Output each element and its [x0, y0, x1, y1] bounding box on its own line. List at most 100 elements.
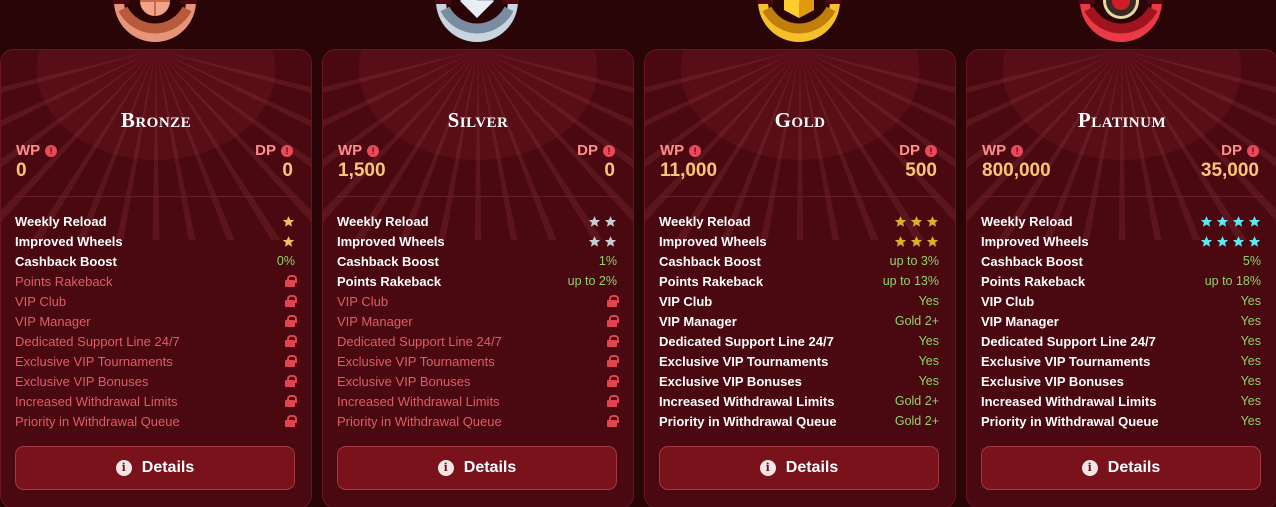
- info-icon[interactable]: !: [1011, 144, 1024, 157]
- star-icon: [910, 235, 923, 247]
- dp-value: 35,000: [1200, 160, 1259, 181]
- perk-name: VIP Club: [981, 293, 1035, 309]
- star-icon: [910, 215, 923, 227]
- dp-label: DP!: [577, 142, 615, 159]
- details-button[interactable]: i Details: [337, 446, 617, 490]
- perk-row: Improved Wheels: [659, 231, 939, 251]
- perk-name: Cashback Boost: [337, 253, 439, 269]
- perk-list: Weekly Reload Improved Wheels Cashback Boo…: [337, 211, 619, 431]
- star-icon: [1216, 235, 1229, 247]
- perk-row: Improved Wheels: [981, 231, 1261, 251]
- perk-name: Weekly Reload: [659, 213, 751, 229]
- lock-icon: [607, 395, 619, 407]
- perk-name: Cashback Boost: [659, 253, 761, 269]
- info-icon[interactable]: !: [281, 144, 293, 157]
- perk-value: Yes: [1240, 314, 1261, 328]
- perk-list: Weekly Reload Improved Wheels Cashback Boo…: [659, 211, 939, 431]
- perk-name: Dedicated Support Line 24/7: [15, 333, 180, 349]
- perk-list: Weekly Reload Improved Wheels Cashback Boo…: [15, 211, 297, 431]
- perk-name: Weekly Reload: [15, 213, 107, 229]
- info-icon[interactable]: !: [689, 144, 702, 157]
- perk-row: Dedicated Support Line 24/7: [337, 331, 619, 351]
- perk-value: Yes: [918, 294, 939, 308]
- star-rating: [588, 235, 617, 248]
- perk-row: Cashback Boost 0%: [15, 251, 295, 271]
- info-icon: i: [759, 460, 776, 476]
- perk-value: up to 18%: [1204, 274, 1261, 288]
- lock-icon: [607, 295, 619, 307]
- details-button[interactable]: i Details: [981, 446, 1261, 490]
- perk-row: Priority in Withdrawal Queue: [337, 411, 619, 431]
- perk-row: Points Rakeback: [15, 271, 297, 291]
- star-icon: [926, 215, 939, 227]
- perk-name: Exclusive VIP Bonuses: [981, 373, 1124, 389]
- info-icon: i: [115, 460, 132, 476]
- platinum-badge-icon: [1079, 0, 1163, 42]
- star-icon: [1200, 215, 1213, 227]
- lock-icon: [285, 275, 297, 287]
- bronze-badge-icon: [113, 0, 197, 42]
- perk-name: VIP Manager: [337, 313, 413, 329]
- star-rating: [1200, 215, 1261, 228]
- details-button[interactable]: i Details: [659, 446, 939, 490]
- dp-value: 500: [905, 160, 937, 181]
- dp-value: 0: [282, 160, 293, 181]
- lock-icon: [285, 395, 297, 407]
- perk-name: Increased Withdrawal Limits: [337, 393, 500, 409]
- perk-row: Points Rakeback up to 2%: [337, 271, 617, 291]
- divider: [337, 196, 619, 197]
- perk-name: Increased Withdrawal Limits: [659, 393, 835, 409]
- perk-name: VIP Manager: [981, 313, 1059, 329]
- tier-card-platinum: Platinum WP! DP! 800,000 35,000 Weekly R…: [966, 49, 1276, 507]
- info-icon: i: [1081, 460, 1098, 476]
- tier-card-gold: Gold WP! DP! 11,000 500 Weekly Reload Imp…: [644, 49, 956, 507]
- info-icon[interactable]: !: [367, 144, 380, 157]
- dp-label: DP!: [899, 142, 937, 159]
- perk-row: Weekly Reload: [337, 211, 617, 231]
- star-icon: [1232, 215, 1245, 227]
- tier-card-silver: Silver WP! DP! 1,500 0 Weekly Reload Impr…: [322, 49, 634, 507]
- perk-value: Yes: [918, 354, 939, 368]
- tier-name: Gold: [774, 108, 826, 132]
- perk-value: Yes: [1240, 374, 1261, 388]
- perk-row: Cashback Boost 5%: [981, 251, 1261, 271]
- star-icon: [282, 235, 295, 247]
- perk-row: Dedicated Support Line 24/7 Yes: [981, 331, 1261, 351]
- star-icon: [1216, 215, 1229, 227]
- perk-value: Yes: [1240, 334, 1261, 348]
- wp-label: WP!: [982, 142, 1024, 159]
- perk-name: Improved Wheels: [659, 233, 767, 249]
- perk-row: VIP Club Yes: [981, 291, 1261, 311]
- info-icon[interactable]: !: [925, 144, 937, 157]
- perk-row: Weekly Reload: [15, 211, 295, 231]
- perk-value: Yes: [1240, 414, 1261, 428]
- info-icon[interactable]: !: [603, 144, 615, 157]
- perk-name: Exclusive VIP Tournaments: [981, 353, 1151, 369]
- vip-tiers: Bronze WP! DP! 0 0 Weekly Reload Improved…: [0, 0, 1276, 507]
- lock-icon: [285, 355, 297, 367]
- info-icon[interactable]: !: [45, 144, 58, 157]
- perk-name: Dedicated Support Line 24/7: [981, 333, 1156, 349]
- lock-icon: [607, 335, 619, 347]
- divider: [659, 196, 941, 197]
- perk-value: 5%: [1242, 254, 1261, 268]
- details-button[interactable]: i Details: [15, 446, 295, 490]
- wp-value: 800,000: [982, 160, 1051, 181]
- perk-row: Points Rakeback up to 13%: [659, 271, 939, 291]
- perk-row: Dedicated Support Line 24/7: [15, 331, 297, 351]
- silver-badge-icon: [435, 0, 519, 42]
- perk-row: Weekly Reload: [981, 211, 1261, 231]
- perk-row: Points Rakeback up to 18%: [981, 271, 1261, 291]
- perk-row: Exclusive VIP Tournaments Yes: [659, 351, 939, 371]
- lock-icon: [285, 415, 297, 427]
- perk-value: Yes: [918, 374, 939, 388]
- perk-row: Weekly Reload: [659, 211, 939, 231]
- info-icon: i: [437, 460, 454, 476]
- info-icon[interactable]: !: [1247, 144, 1259, 157]
- perk-list: Weekly Reload Improved Wheels Cashback Boo…: [981, 211, 1261, 431]
- perk-name: Points Rakeback: [981, 273, 1086, 289]
- wp-value: 11,000: [660, 160, 718, 181]
- dp-label: DP!: [255, 142, 293, 159]
- perk-row: VIP Manager: [337, 311, 619, 331]
- star-icon: [1248, 215, 1261, 227]
